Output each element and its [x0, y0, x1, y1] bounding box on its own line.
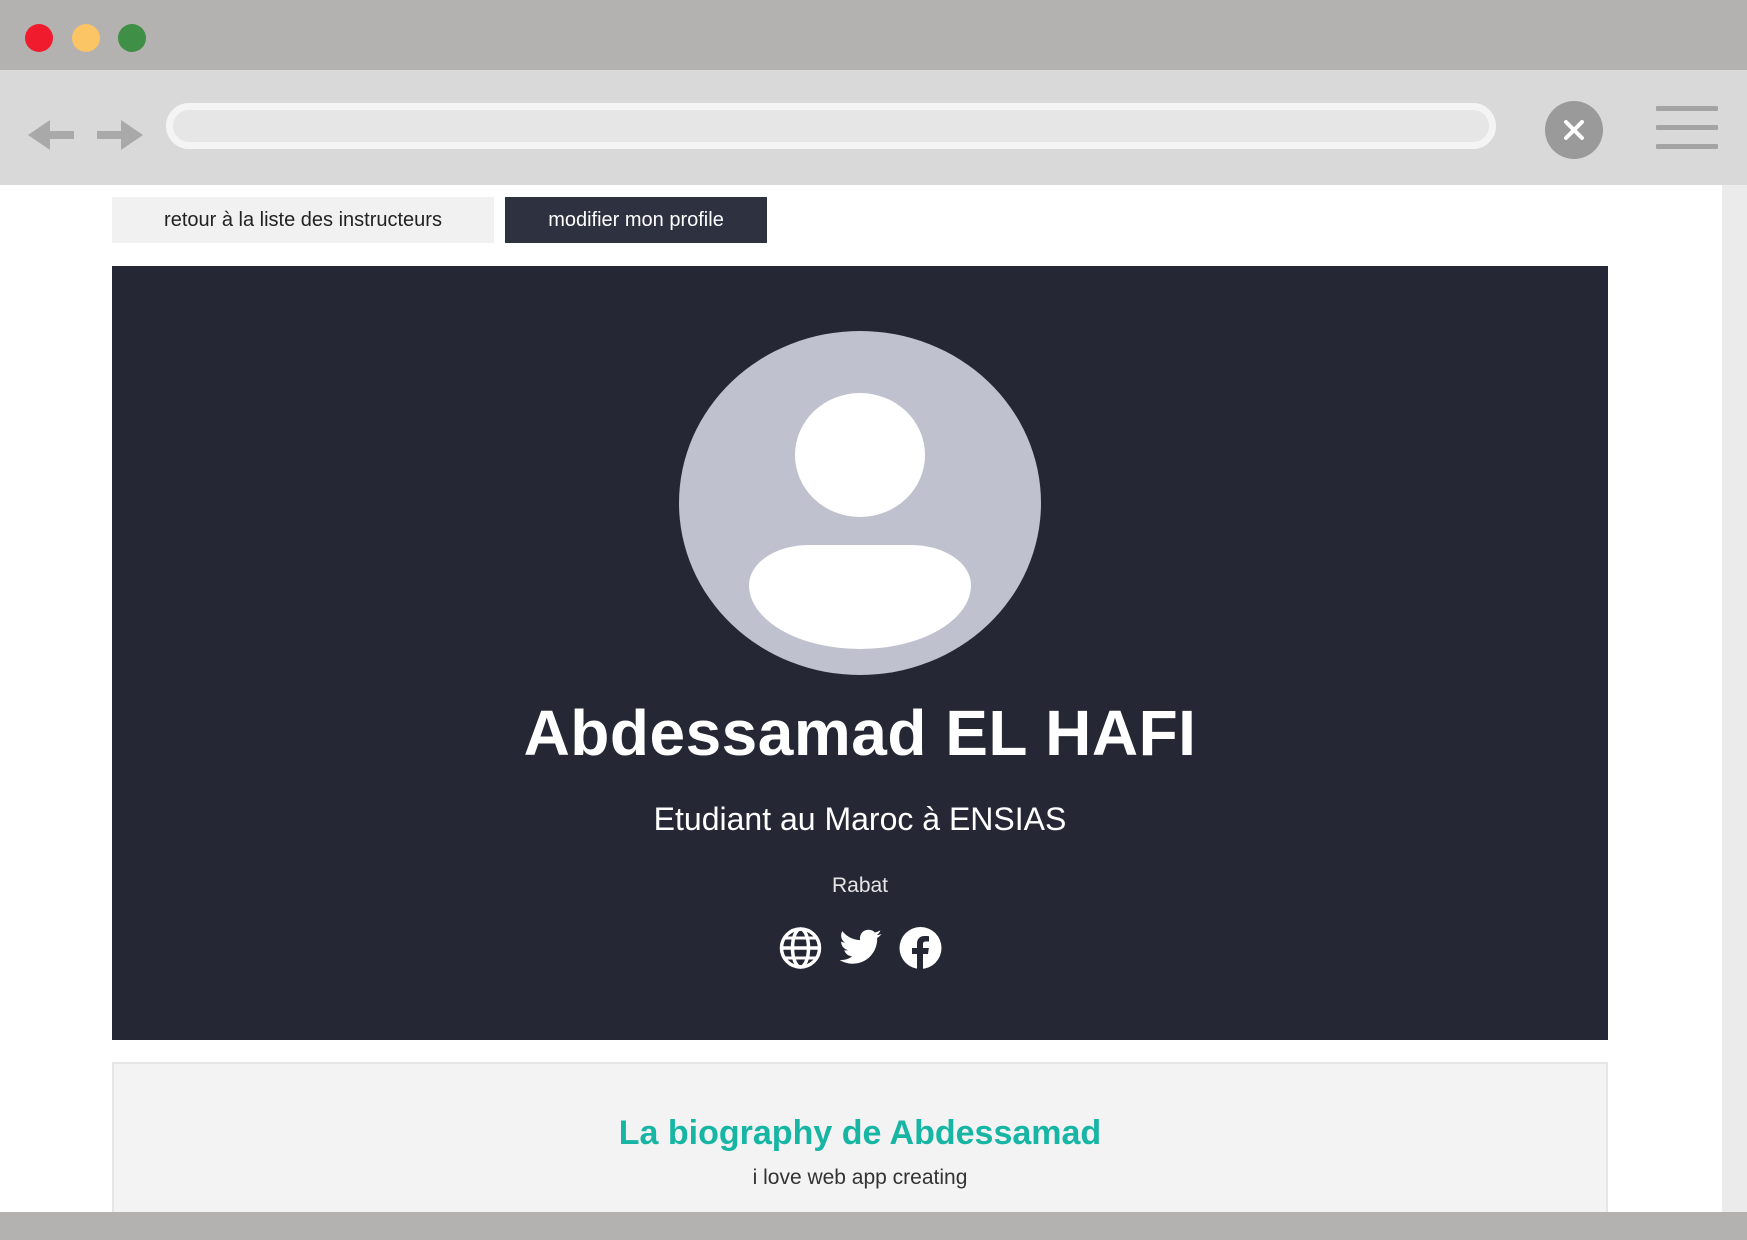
address-bar[interactable]: [166, 103, 1496, 149]
page-viewport: retour à la liste des instructeurs modif…: [0, 185, 1722, 1212]
window-bottom-frame: [0, 1212, 1747, 1240]
globe-icon[interactable]: [777, 925, 824, 971]
close-window-dot[interactable]: [25, 24, 53, 52]
forward-arrow-icon[interactable]: [95, 112, 151, 158]
profile-tagline: Etudiant au Maroc à ENSIAS: [653, 801, 1067, 837]
close-tab-button[interactable]: [1545, 101, 1603, 159]
avatar-head-shape: [795, 393, 925, 517]
edit-profile-button[interactable]: modifier mon profile: [505, 197, 767, 243]
biography-text: i love web app creating: [752, 1166, 968, 1189]
minimize-window-dot[interactable]: [72, 24, 100, 52]
back-arrow-icon[interactable]: [28, 112, 84, 158]
back-to-instructors-button[interactable]: retour à la liste des instructeurs: [112, 197, 494, 243]
biography-title: La biography de Abdessamad: [618, 1114, 1102, 1152]
profile-name: Abdessamad EL HAFI: [523, 697, 1197, 769]
avatar: [679, 331, 1041, 675]
avatar-body-shape: [749, 545, 971, 649]
vertical-scrollbar[interactable]: [1722, 185, 1747, 1212]
profile-header: Abdessamad EL HAFI Etudiant au Maroc à E…: [112, 266, 1608, 1040]
twitter-icon[interactable]: [837, 925, 884, 971]
facebook-icon[interactable]: [897, 925, 944, 971]
menu-icon[interactable]: [1656, 106, 1718, 152]
biography-card: La biography de Abdessamad i love web ap…: [112, 1062, 1608, 1212]
social-links: [112, 925, 1608, 971]
maximize-window-dot[interactable]: [118, 24, 146, 52]
profile-city: Rabat: [831, 874, 889, 897]
close-icon: [1564, 120, 1584, 140]
window-titlebar: [0, 0, 1747, 70]
url-input[interactable]: [173, 110, 1489, 142]
browser-toolbar: [0, 70, 1747, 185]
